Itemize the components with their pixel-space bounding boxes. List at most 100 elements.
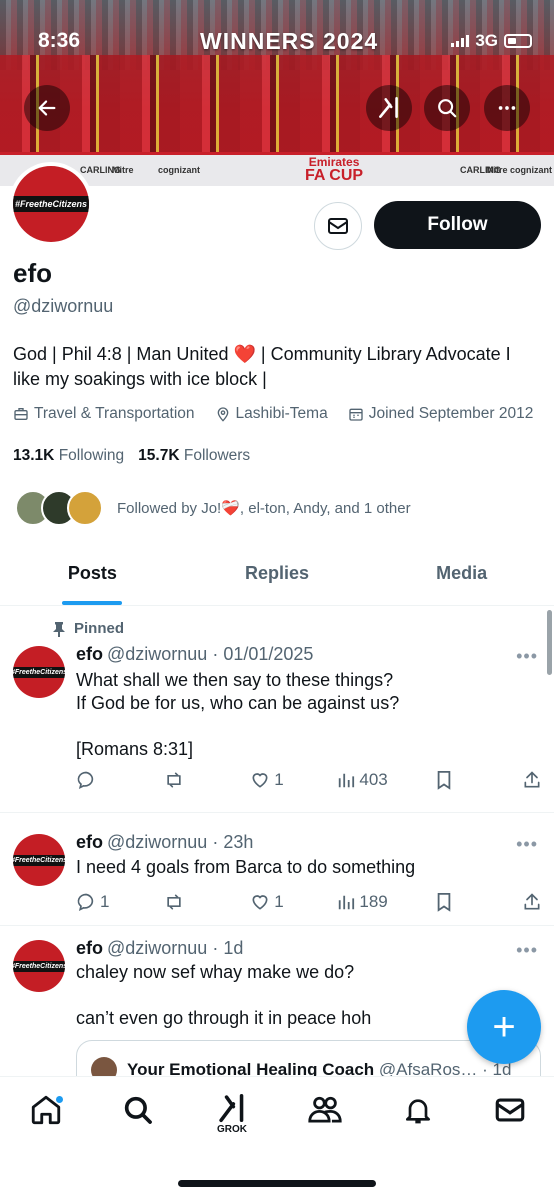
nav-search[interactable] <box>116 1093 160 1137</box>
heart-icon <box>252 895 268 910</box>
envelope-icon <box>328 218 348 234</box>
tab-media[interactable]: Media <box>369 546 554 605</box>
followed-by-text: Followed by Jo!❤️‍🩹, el-ton, Andy, and 1… <box>117 500 411 517</box>
location-label: Lashibi-Tema <box>235 405 328 422</box>
post-avatar[interactable]: #FreetheCitizens <box>13 646 65 698</box>
share-button[interactable] <box>522 770 542 790</box>
followers-link[interactable]: 15.7K Followers <box>138 447 250 465</box>
message-button[interactable] <box>314 202 362 250</box>
tab-replies[interactable]: Replies <box>185 546 370 605</box>
reply-button[interactable]: 1 <box>76 892 116 912</box>
nav-grok[interactable]: GROK <box>210 1093 254 1137</box>
tab-posts[interactable]: Posts <box>0 546 185 605</box>
profile-avatar-image: #FreetheCitizens <box>13 166 89 242</box>
follow-button[interactable]: Follow <box>374 201 541 249</box>
joined-label: Joined September 2012 <box>368 405 534 422</box>
banner-sponsor: cognizant <box>158 165 200 175</box>
search-icon <box>438 99 457 118</box>
like-button[interactable]: 1 <box>250 770 290 790</box>
post-header: efo @dziwornuu · 23h <box>76 832 253 853</box>
post-item[interactable]: Pinned #FreetheCitizens efo @dziwornuu · … <box>0 606 554 813</box>
compose-button[interactable]: + <box>467 990 541 1064</box>
bookmark-icon <box>437 771 451 790</box>
location-pin-icon <box>217 407 228 422</box>
repost-icon <box>167 772 181 788</box>
reply-button[interactable] <box>76 770 116 790</box>
bookmark-button[interactable] <box>435 892 475 912</box>
grok-button[interactable] <box>366 85 412 131</box>
reply-icon <box>77 771 94 790</box>
communities-icon <box>308 1096 342 1123</box>
post-meta: @dziwornuu · 23h <box>107 832 254 852</box>
profile-avatar[interactable]: #FreetheCitizens <box>9 162 93 246</box>
more-button[interactable] <box>484 85 530 131</box>
status-time: 8:36 <box>38 29 81 52</box>
post-line: chaley now sef whay make we do? <box>76 962 355 982</box>
view-count: 403 <box>359 770 388 789</box>
scrollbar[interactable] <box>547 610 552 675</box>
post-more-button[interactable]: ••• <box>516 940 538 961</box>
profile-location: Lashibi-Tema <box>215 405 328 423</box>
profile-banner[interactable]: WINNERS 2024 CARLING Mitre cognizant Mit… <box>0 0 554 186</box>
search-button[interactable] <box>424 85 470 131</box>
profile-handle: @dziwornuu <box>13 296 114 316</box>
banner-trophy-text: Emirates FA CUP <box>305 155 364 184</box>
followed-by[interactable]: Followed by Jo!❤️‍🩹, el-ton, Andy, and 1… <box>15 490 411 526</box>
avatar-tag-text: #FreetheCitizens <box>13 960 65 972</box>
banner-trophy-line-2: FA CUP <box>305 167 364 184</box>
repost-button[interactable] <box>163 892 203 912</box>
views-button[interactable]: 189 <box>337 892 388 912</box>
status-icons: 3G <box>451 31 532 51</box>
following-link[interactable]: 13.1K Following <box>13 447 124 465</box>
post-author: efo <box>76 644 103 664</box>
back-button[interactable] <box>24 85 70 131</box>
post-author: efo <box>76 832 103 852</box>
banner-sponsor: CARLING <box>460 165 501 175</box>
share-button[interactable] <box>522 892 542 912</box>
post-avatar[interactable]: #FreetheCitizens <box>13 940 65 992</box>
views-button[interactable]: 403 <box>337 770 388 790</box>
post-line: What shall we then say to these things? <box>76 670 394 690</box>
follow-counts: 13.1K Following 15.7K Followers <box>13 447 250 465</box>
nav-messages[interactable] <box>488 1093 532 1137</box>
avatar-tag-text: #FreetheCitizens <box>13 196 89 212</box>
bookmark-button[interactable] <box>435 770 475 790</box>
reply-count: 1 <box>100 892 110 911</box>
signal-icon <box>451 35 470 47</box>
post-header: efo @dziwornuu · 1d <box>76 938 243 959</box>
post-item[interactable]: #FreetheCitizens efo @dziwornuu · 23h •••… <box>0 814 554 926</box>
share-icon <box>524 893 540 910</box>
nav-home[interactable] <box>24 1093 68 1137</box>
post-more-button[interactable]: ••• <box>516 646 538 667</box>
nav-communities[interactable] <box>303 1093 347 1137</box>
home-indicator[interactable] <box>178 1180 376 1187</box>
like-count: 1 <box>274 892 284 911</box>
search-icon <box>124 1096 152 1124</box>
views-icon <box>339 895 355 910</box>
battery-icon <box>504 34 532 48</box>
followers-count: 15.7K <box>138 447 180 464</box>
post-avatar[interactable]: #FreetheCitizens <box>13 834 65 886</box>
repost-button[interactable] <box>163 770 203 790</box>
post-line: If God be for us, who can be against us? <box>76 693 400 713</box>
banner-headline: WINNERS 2024 <box>200 28 379 54</box>
banner-sponsor: Mitre <box>112 165 134 175</box>
heart-icon <box>252 773 268 788</box>
network-label: 3G <box>475 31 498 50</box>
post-author: efo <box>76 938 103 958</box>
views-icon <box>339 773 355 788</box>
post-more-button[interactable]: ••• <box>516 834 538 855</box>
grok-icon <box>379 96 398 118</box>
category-label: Travel & Transportation <box>34 405 195 422</box>
following-count: 13.1K <box>13 447 55 464</box>
like-button[interactable]: 1 <box>250 892 290 912</box>
avatar-tag-text: #FreetheCitizens <box>13 666 65 678</box>
like-count: 1 <box>274 770 284 789</box>
profile-joined: Joined September 2012 <box>348 405 534 423</box>
grok-icon <box>219 1093 244 1123</box>
post-text: What shall we then say to these things? … <box>76 669 536 761</box>
post-text: I need 4 goals from Barca to do somethin… <box>76 856 536 879</box>
profile-category: Travel & Transportation <box>13 405 195 423</box>
home-notification-dot <box>55 1095 64 1104</box>
nav-notifications[interactable] <box>396 1093 440 1137</box>
